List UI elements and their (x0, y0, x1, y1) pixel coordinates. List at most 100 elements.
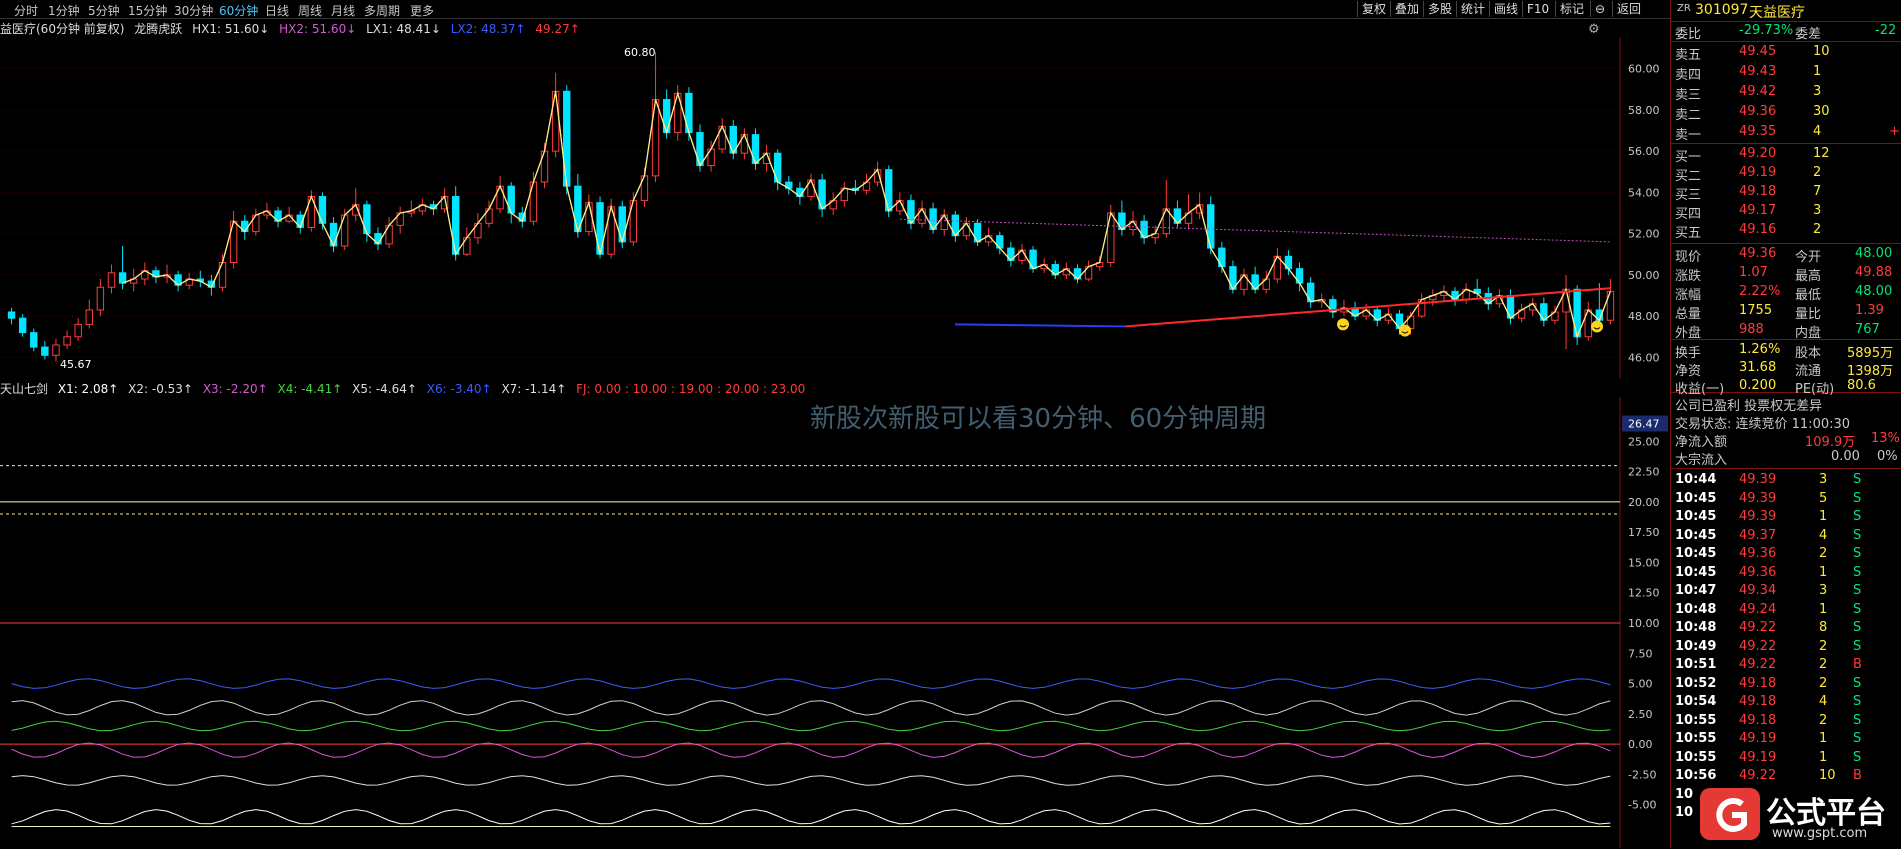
tick-price: 49.39 (1739, 490, 1777, 506)
stat2-row: 换手 1.26% 股本 5895万 (1675, 342, 1901, 361)
tick-time: 10:47 (1675, 583, 1717, 598)
f10-button[interactable]: F10 (1522, 1, 1553, 17)
bid-price: 49.16 (1739, 222, 1777, 237)
tick-price: 49.39 (1739, 472, 1777, 487)
candle (1007, 241, 1015, 267)
block-value: 0.00 (1831, 449, 1860, 464)
multi-stock-button[interactable]: 多股 (1423, 1, 1456, 17)
stat-label: 涨幅 (1675, 288, 1702, 303)
tick-time: 10:45 (1675, 490, 1717, 506)
tab-5min[interactable]: 5分钟 (88, 2, 120, 19)
candle (63, 330, 71, 350)
ma40-line (122, 91, 1611, 339)
stat-row: 总量 1755 量比 1.39 (1675, 303, 1901, 322)
mark-button[interactable]: 标记 (1555, 1, 1588, 17)
tick-volume: 1 (1819, 509, 1828, 524)
tick-direction: S (1853, 601, 1862, 617)
tab-month[interactable]: 月线 (331, 2, 355, 19)
tab-more[interactable]: 更多 (410, 2, 434, 19)
sub-tick-label: -5.00 (1628, 799, 1656, 812)
tick-row: 10:47 49.34 3 S (1675, 583, 1901, 599)
bid-label: 买五 (1675, 226, 1702, 241)
candle (1207, 196, 1215, 255)
stat-label: 最低 (1795, 288, 1822, 303)
oscillator-line-x4 (11, 742, 1611, 759)
tick-row: 10:45 49.36 1 S (1675, 565, 1901, 581)
stat-label: 涨跌 (1675, 269, 1702, 284)
bid-row: 买二 49.19 2 (1675, 165, 1901, 184)
zoom-out-icon[interactable]: ⊖ (1590, 1, 1609, 17)
ask-label: 卖三 (1675, 88, 1702, 103)
ask-row: 卖一 49.35 4 +1 (1675, 124, 1901, 143)
overlay-button[interactable]: 叠加 (1390, 1, 1423, 17)
tick-price: 49.37 (1739, 527, 1777, 543)
zr-tag: ZR (1677, 3, 1691, 14)
block-row: 大宗流入 0.00 0% (1675, 449, 1901, 468)
back-button[interactable]: 返回 (1612, 1, 1645, 17)
lx2-support-line (954, 323, 1126, 328)
sub-tick-label: 20.00 (1628, 496, 1660, 509)
watermark-text: 新股次新股可以看30分钟、60分钟周期 (810, 404, 1267, 434)
gear-icon[interactable]: ⚙ (1588, 22, 1600, 37)
sub-tick-label: 5.00 (1628, 678, 1653, 691)
tab-week[interactable]: 周线 (298, 2, 322, 19)
x1-value: X1: 2.08↑ (57, 382, 119, 396)
tick-price: 49.36 (1739, 546, 1777, 561)
tick-time: 10:55 (1675, 749, 1717, 765)
candlestick-chart[interactable]: 60.00 58.00 56.00 54.00 52.00 50.00 48.00 46.00… (0, 38, 1670, 378)
candle (596, 196, 604, 259)
sub-indicator-header: 天山七剑 X1: 2.08↑ X2: -0.53↑ X3: -2.20↑ X4:… (0, 380, 811, 396)
candle (507, 182, 515, 224)
ask-change: +1 (1889, 124, 1901, 139)
candle (1540, 297, 1548, 327)
stat2-row: 收益(一) 0.200 PE(动) 80.6 (1675, 378, 1901, 397)
candle (185, 272, 193, 290)
stock-name: 天益医疗 (1749, 5, 1805, 21)
stat-value: 2.22% (1739, 284, 1781, 299)
extra-value: 49.27↑ (535, 22, 580, 36)
tick-row: 10:56 49.22 10 B (1675, 768, 1901, 784)
price-tick-label: 54.00 (1628, 186, 1660, 199)
ask-volume: 30 (1813, 104, 1830, 119)
tick-volume: 4 (1819, 527, 1828, 543)
stat-label: 股本 (1795, 346, 1822, 361)
fuquan-button[interactable]: 复权 (1357, 1, 1390, 17)
sub-indicator-chart[interactable]: 25.00 22.50 20.00 17.50 15.00 12.50 10.00 7.50 5… (0, 397, 1670, 848)
price-tick-label: 50.00 (1628, 269, 1660, 282)
stat-row: 涨幅 2.22% 最低 48.00 (1675, 284, 1901, 303)
tick-price: 49.39 (1739, 509, 1777, 524)
tick-direction: S (1853, 583, 1862, 598)
stats-button[interactable]: 统计 (1456, 1, 1489, 17)
ask-volume: 10 (1813, 44, 1830, 59)
bid-price: 49.18 (1739, 184, 1777, 199)
tick-direction: S (1853, 749, 1862, 765)
lx1-trend-line (1124, 287, 1611, 328)
indicator-name[interactable]: 龙腾虎跃 (134, 22, 182, 36)
tick-time: 10:54 (1675, 694, 1717, 709)
candle (30, 328, 38, 352)
tick-direction: B (1853, 768, 1862, 783)
price-tick-label: 58.00 (1628, 104, 1660, 117)
stat-value: 80.6 (1847, 378, 1876, 393)
candle (818, 173, 826, 218)
draw-line-button[interactable]: 画线 (1489, 1, 1522, 17)
tab-fenshi[interactable]: 分时 (14, 2, 38, 19)
candle (418, 198, 427, 216)
stat-label: 量比 (1795, 307, 1822, 322)
tab-30min[interactable]: 30分钟 (174, 2, 213, 19)
tab-60min[interactable]: 60分钟 (219, 2, 258, 19)
tab-1min[interactable]: 1分钟 (48, 2, 80, 19)
tab-day[interactable]: 日线 (265, 2, 289, 19)
tab-multi-period[interactable]: 多周期 (364, 2, 400, 19)
tab-15min[interactable]: 15分钟 (128, 2, 167, 19)
fj-value: FJ: 0.00 : 10.00 : 19.00 : 20.00 : 23.00 (576, 382, 806, 396)
tick-time: 10:56 (1675, 768, 1717, 783)
bid-price: 49.17 (1739, 203, 1777, 218)
candle (451, 186, 460, 261)
candle (152, 266, 160, 284)
ask-price: 49.35 (1739, 124, 1777, 139)
candle (829, 192, 837, 216)
sub-indicator-name[interactable]: 天山七剑 (0, 382, 48, 396)
tick-volume: 1 (1819, 564, 1828, 580)
tick-time: 10:45 (1675, 546, 1717, 561)
